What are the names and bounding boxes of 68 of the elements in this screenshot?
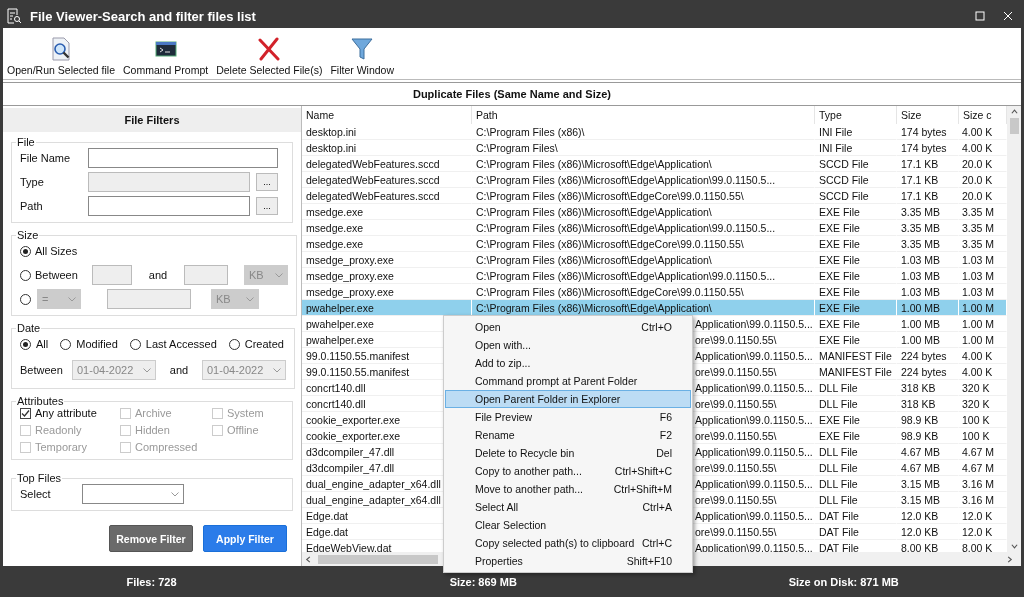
- scroll-right-icon[interactable]: [1006, 555, 1013, 563]
- group-label: Attributes: [16, 395, 65, 407]
- table-cell: pwahelper.exe: [302, 300, 472, 316]
- text-field[interactable]: [88, 196, 250, 216]
- close-icon: [1003, 11, 1013, 21]
- status-text: Size: 869 MB: [449, 575, 517, 588]
- text-field[interactable]: [88, 148, 278, 168]
- checkbox-label: Offline: [227, 424, 259, 436]
- apply-button[interactable]: Apply Filter: [203, 525, 287, 552]
- option-label: Between: [35, 269, 78, 281]
- table-cell: EXE File: [815, 300, 897, 316]
- remove-button[interactable]: Remove Filter: [109, 525, 193, 552]
- toolbar-button[interactable]: Command Prompt: [123, 37, 209, 76]
- dropdown[interactable]: [82, 484, 184, 504]
- status-text: Size on Disk: 871 MB: [788, 575, 899, 588]
- maximize-icon: [975, 11, 985, 21]
- checkbox-label: Readonly: [35, 424, 82, 436]
- checkbox-label: System: [227, 407, 264, 419]
- toolbar-button[interactable]: Filter Window: [330, 37, 394, 76]
- document-search-icon: [50, 37, 72, 61]
- scroll-down-icon[interactable]: [1010, 543, 1018, 550]
- and-label: and: [168, 364, 190, 376]
- scrollbar-thumb[interactable]: [1009, 118, 1019, 134]
- caret-icon: [273, 367, 281, 373]
- x-icon: [257, 37, 282, 61]
- toolbar-button[interactable]: Open/Run Selected file: [7, 37, 115, 76]
- caret-icon: [275, 272, 283, 278]
- vertical-scrollbar[interactable]: [1007, 106, 1021, 552]
- group-label: Size: [16, 229, 40, 241]
- caret-icon: [171, 491, 179, 497]
- table-cell: 1.00 MB: [897, 300, 959, 316]
- menu-item[interactable]: Open Parent Folder in Explorer: [445, 390, 691, 408]
- checkbox-label: Archive: [135, 407, 172, 419]
- group-label: Date: [16, 322, 42, 334]
- app-icon: [6, 8, 22, 24]
- checkbox-label: Hidden: [135, 424, 170, 436]
- checkbox-label: Temporary: [35, 441, 87, 453]
- funnel-icon: [351, 37, 374, 61]
- checkbox[interactable]: [20, 407, 31, 419]
- field-label: File Name: [20, 152, 72, 164]
- browse-button[interactable]: ...: [256, 197, 278, 215]
- checkbox-label: Any attribute: [35, 407, 97, 419]
- scroll-left-icon[interactable]: [305, 555, 312, 563]
- table-cell: C:\Program Files (x86)\Microsoft\Edge\Application\: [472, 300, 815, 316]
- list-heading: Duplicate Files (Same Name and Size): [3, 82, 1021, 106]
- option-label: Last Accessed: [145, 338, 217, 350]
- group-label: Top Files: [16, 472, 63, 484]
- checkbox-label: Compressed: [135, 441, 198, 453]
- field-label: Type: [20, 176, 45, 188]
- option-label: Modified: [76, 338, 118, 350]
- field-label: Between: [20, 364, 64, 376]
- caret-icon: [246, 296, 254, 302]
- option-label: All Sizes: [35, 245, 78, 257]
- option-label: All: [36, 338, 49, 350]
- field-label: Path: [20, 200, 44, 212]
- status-text: Files: 728: [126, 575, 177, 588]
- scroll-up-icon[interactable]: [1010, 108, 1018, 115]
- scrollbar-thumb[interactable]: [318, 554, 438, 564]
- option-label: Created: [244, 338, 284, 350]
- window-title: File Viewer-Search and filter files list: [30, 8, 257, 24]
- caret-icon: [143, 367, 151, 373]
- caret-icon: [68, 296, 76, 302]
- toolbar-button[interactable]: Delete Selected File(s): [216, 37, 323, 76]
- and-label: and: [147, 269, 169, 281]
- field-label: Select: [20, 488, 52, 500]
- panel-title: File Filters: [3, 108, 301, 132]
- group-label: File: [16, 136, 36, 148]
- table-cell: 1.00 M: [959, 300, 1007, 316]
